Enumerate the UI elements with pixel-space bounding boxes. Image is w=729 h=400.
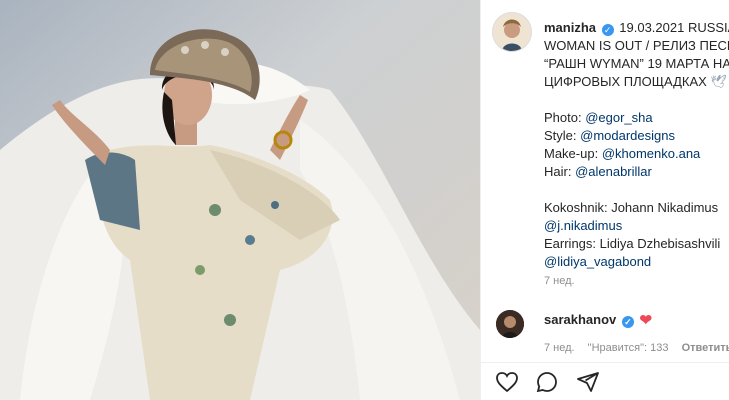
heart-outline-icon xyxy=(496,372,518,393)
credit-label: Style: xyxy=(544,128,581,143)
avatar-icon xyxy=(493,13,531,51)
avatar-icon xyxy=(496,310,524,338)
comment-icon xyxy=(537,372,558,393)
share-icon xyxy=(577,372,599,392)
post-photo[interactable] xyxy=(0,0,480,400)
credit-hair: Hair: @alenabrillar xyxy=(544,163,729,181)
credit-style: Style: @modardesigns xyxy=(544,127,729,145)
heart-emoji: ❤ xyxy=(639,312,653,329)
divider xyxy=(481,362,729,363)
credit-handle-link[interactable]: @egor_sha xyxy=(585,110,652,125)
comment: sarakhanov ✓ ❤ xyxy=(544,311,652,329)
comment-avatar[interactable] xyxy=(496,310,524,338)
post-actions xyxy=(495,370,612,394)
profile-avatar[interactable] xyxy=(492,12,532,52)
credit-photo: Photo: @egor_sha xyxy=(544,109,729,127)
caption-line-3: “РАШН WYMAN” 19 МАРТА НА xyxy=(544,56,729,71)
post-caption: manizha ✓ 19.03.2021 RUSSIAN WOMAN IS OU… xyxy=(544,19,729,271)
caption-date-text: 19.03.2021 RUSSIAN xyxy=(619,20,729,35)
credit-makeup: Make-up: @khomenko.ana xyxy=(544,145,729,163)
reply-button[interactable]: Ответить xyxy=(682,342,729,354)
credit-label: Make-up: xyxy=(544,146,602,161)
earrings-handle-link[interactable]: @lidiya_vagabond xyxy=(544,253,729,271)
credit-handle-link[interactable]: @alenabrillar xyxy=(575,164,652,179)
credit-handle-link[interactable]: @modardesigns xyxy=(580,128,675,143)
comment-likes[interactable]: "Нравится": 133 xyxy=(588,342,669,354)
earrings-credit-label: Earrings: Lidiya Dzhebisashvili xyxy=(544,236,721,251)
comment-meta: 7 нед. "Нравится": 133 Ответить xyxy=(544,342,729,354)
caption-line-4: ЦИФРОВЫХ ПЛОЩАДКАХ xyxy=(544,74,707,89)
comment-button[interactable] xyxy=(535,370,561,394)
share-button[interactable] xyxy=(576,370,602,394)
comment-username[interactable]: sarakhanov xyxy=(544,312,616,327)
post-details-panel: manizha ✓ 19.03.2021 RUSSIAN WOMAN IS OU… xyxy=(480,0,729,400)
kokoshnik-handle-link[interactable]: @j.nikadimus xyxy=(544,217,729,235)
caption-line-2: WOMAN IS OUT / РЕЛИЗ ПЕСН xyxy=(544,38,729,53)
dove-icon: 🕊 xyxy=(710,74,727,89)
credit-label: Hair: xyxy=(544,164,576,179)
like-button[interactable] xyxy=(495,370,521,394)
post-time-ago[interactable]: 7 нед. xyxy=(544,275,575,287)
credit-handle-link[interactable]: @khomenko.ana xyxy=(602,146,700,161)
credit-label: Photo: xyxy=(544,110,586,125)
post-photo-illustration xyxy=(0,0,480,400)
kokoshnik-credit-label: Kokoshnik: Johann Nikadimus xyxy=(544,200,719,215)
verified-badge-icon: ✓ xyxy=(621,316,634,328)
author-username[interactable]: manizha xyxy=(544,20,596,35)
comment-time[interactable]: 7 нед. xyxy=(544,342,575,354)
verified-badge-icon: ✓ xyxy=(601,24,614,36)
